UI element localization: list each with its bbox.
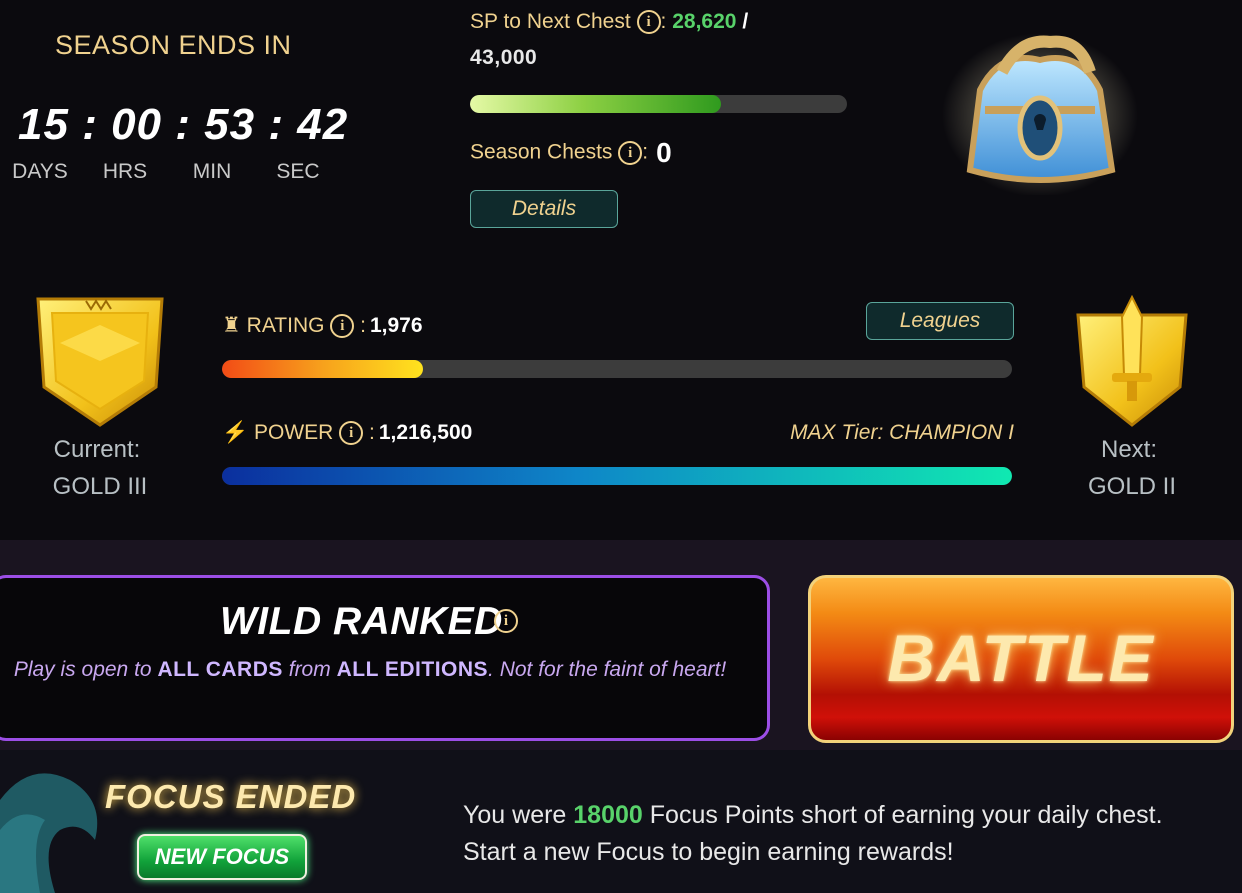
chest-icon[interactable] xyxy=(940,20,1140,195)
season-chests-label: Season Chests xyxy=(470,140,613,164)
info-icon[interactable]: i xyxy=(494,609,518,633)
timer-sep: : xyxy=(268,100,284,149)
info-icon[interactable]: i xyxy=(618,141,643,165)
rating-value: 1,976 xyxy=(369,314,423,337)
focus-msg-part: Focus Points short of earning your daily… xyxy=(463,801,1163,866)
next-league-name: GOLD II xyxy=(1087,473,1177,500)
mode-desc-all-editions: ALL EDITIONS xyxy=(336,658,489,681)
power-label: POWER xyxy=(254,421,334,444)
next-league-label: Next: xyxy=(1100,436,1157,463)
rating-colon: : xyxy=(360,314,366,337)
rating-row: ♜ RATING i :1,976 xyxy=(222,313,423,339)
season-chests-colon: : xyxy=(642,140,649,164)
info-icon[interactable]: i xyxy=(339,421,364,446)
current-league-label: Current: xyxy=(53,436,141,463)
lightning-icon: ⚡ xyxy=(222,421,249,444)
timer-label-days: DAYS xyxy=(12,160,68,183)
timer-sep: : xyxy=(175,100,191,149)
timer-min: 53 xyxy=(204,100,256,149)
current-league-name: GOLD III xyxy=(52,473,148,500)
timer-sep: : xyxy=(82,100,98,149)
timer-label-sec: SEC xyxy=(276,160,320,183)
season-chests: Season Chests i:0 xyxy=(470,137,672,169)
info-icon[interactable]: i xyxy=(636,10,661,35)
sp-colon: : xyxy=(660,10,667,33)
focus-ended-title: FOCUS ENDED xyxy=(105,778,357,815)
season-chests-value: 0 xyxy=(656,137,672,168)
mode-desc-part: Play is open to xyxy=(13,658,152,681)
focus-message: You were 18000 Focus Points short of ear… xyxy=(463,797,1163,871)
power-value: 1,216,500 xyxy=(378,421,473,444)
rating-progress-bar xyxy=(222,360,1012,378)
info-icon[interactable]: i xyxy=(330,314,355,339)
rating-label: RATING xyxy=(246,314,325,337)
leagues-button[interactable]: Leagues xyxy=(866,302,1014,340)
details-button[interactable]: Details xyxy=(470,190,618,228)
timer-label-hrs: HRS xyxy=(102,160,148,183)
season-title: SEASON ENDS IN xyxy=(55,30,292,60)
max-tier-label: MAX Tier: CHAMPION I xyxy=(790,421,1014,444)
mode-desc-part: . Not for the faint of heart! xyxy=(488,658,727,681)
rating-progress-fill xyxy=(222,360,424,378)
timer-sec: 42 xyxy=(297,100,349,149)
battle-button-label: BATTLE xyxy=(887,621,1155,695)
wave-icon xyxy=(0,773,98,893)
sp-current-value: 28,620 xyxy=(672,10,737,33)
timer-label-min: MIN xyxy=(192,160,232,183)
gold-shield-icon xyxy=(36,297,164,427)
rating-badge-icon: ♜ xyxy=(222,314,241,337)
gold-shield-sword-icon xyxy=(1076,295,1188,427)
season-countdown: 15 : 00 : 53 : 42 xyxy=(18,100,348,150)
sp-progress-bar xyxy=(470,95,847,113)
mode-description: Play is open to ALL CARDS from ALL EDITI… xyxy=(10,652,730,688)
power-progress-fill xyxy=(222,467,1012,485)
sp-to-next-chest: SP to Next Chest i: 28,620 / xyxy=(470,10,749,35)
focus-msg-part: You were xyxy=(463,801,567,829)
sp-slash: / xyxy=(742,10,749,33)
mode-desc-part: from xyxy=(288,658,331,681)
power-progress-bar xyxy=(222,467,1012,485)
timer-hrs: 00 xyxy=(111,100,163,149)
power-row: ⚡ POWER i :1,216,500 xyxy=(222,421,473,446)
sp-progress-fill xyxy=(470,95,721,113)
sp-total-value: 43,000 xyxy=(470,46,538,69)
timer-days: 15 xyxy=(18,100,69,149)
sp-label: SP to Next Chest xyxy=(470,10,631,33)
mode-title: WILD RANKED xyxy=(220,600,503,643)
power-colon: : xyxy=(369,421,375,444)
mode-desc-all-cards: ALL CARDS xyxy=(157,658,283,681)
new-focus-button[interactable]: NEW FOCUS xyxy=(137,834,307,880)
focus-points-short: 18000 xyxy=(573,801,643,829)
